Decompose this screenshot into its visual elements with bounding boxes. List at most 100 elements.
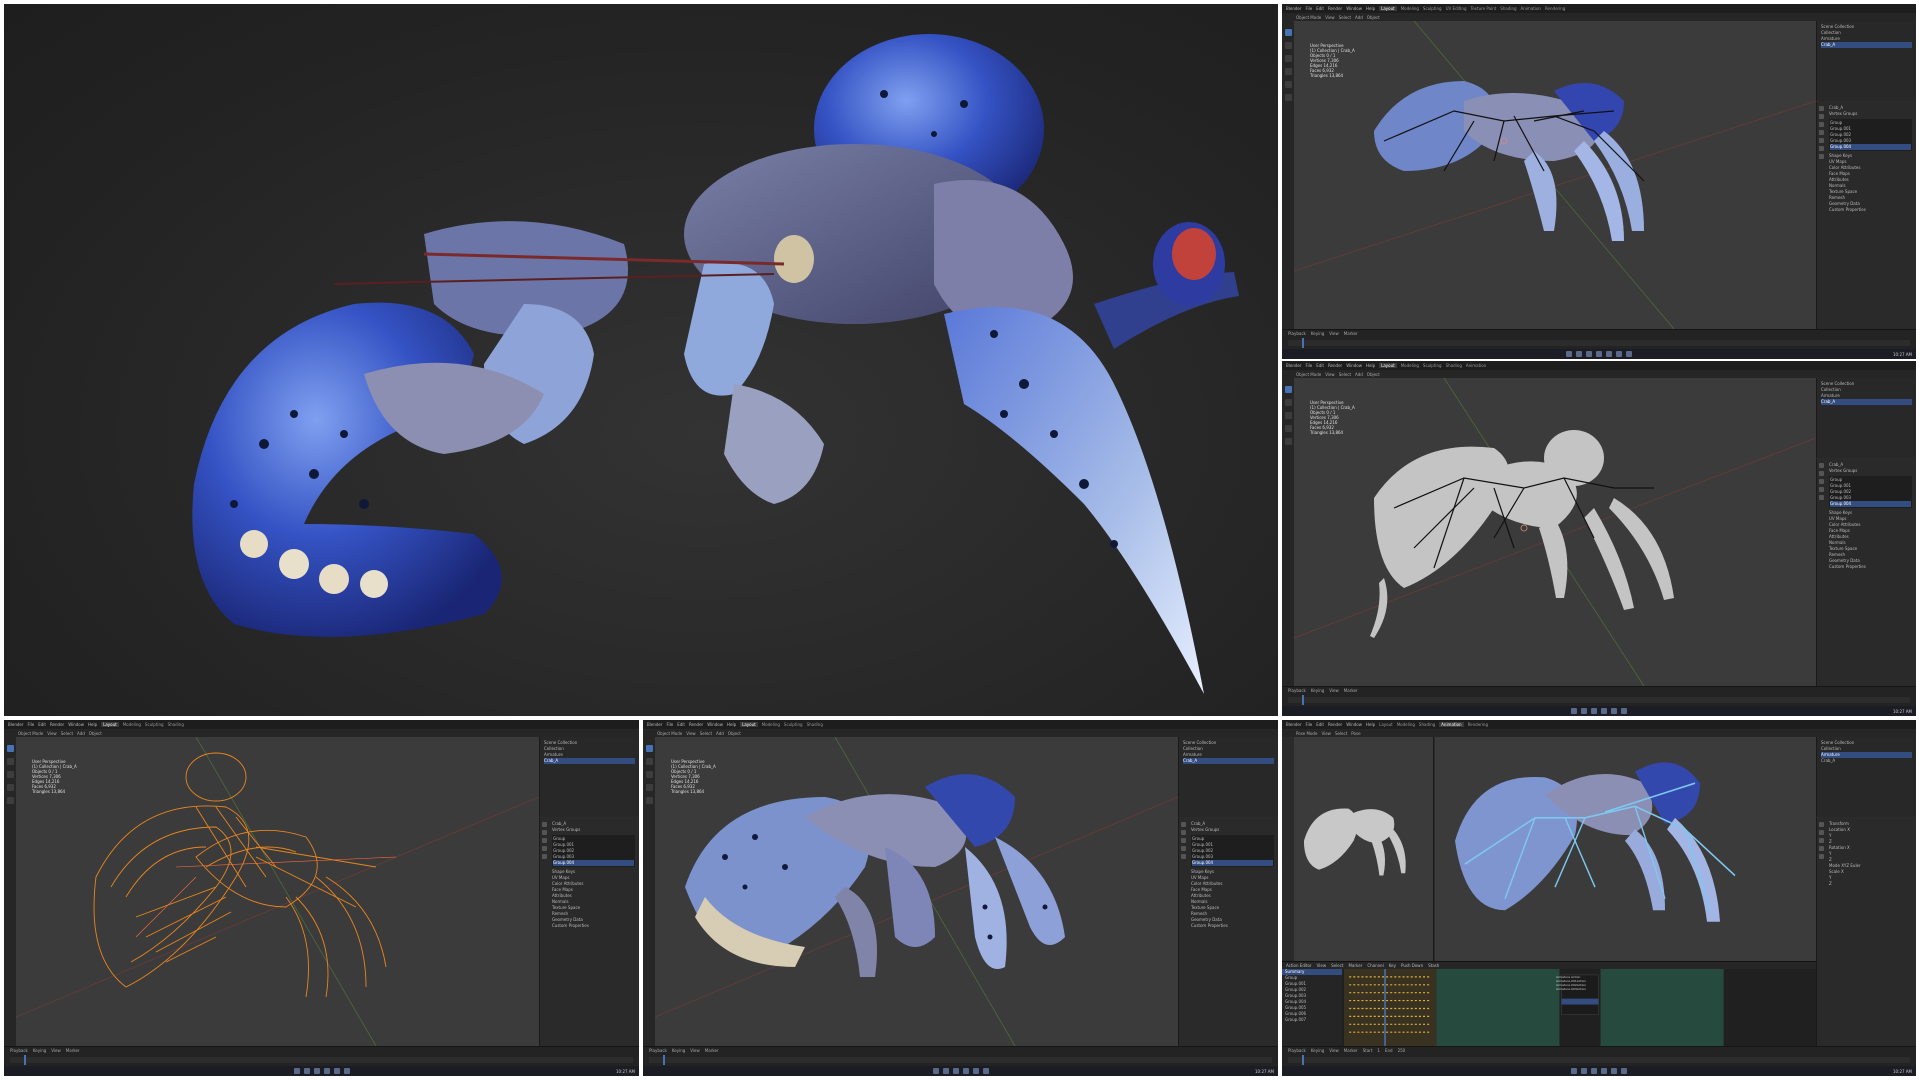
header-object[interactable]: Object	[728, 731, 741, 736]
vertex-groups-header[interactable]: Vertex Groups	[552, 827, 635, 833]
menu-window[interactable]: Window	[68, 722, 84, 727]
timeline[interactable]: Playback Keying View Marker	[1282, 686, 1916, 706]
rotate-tool-icon[interactable]	[645, 784, 653, 791]
vertex-groups-list[interactable]: Group Group.001 Group.002 Group.003 Grou…	[1191, 835, 1274, 867]
timeline-view[interactable]: View	[1329, 331, 1339, 336]
menu-help[interactable]: Help	[1366, 363, 1375, 368]
dope-marker[interactable]: Marker	[1348, 963, 1362, 968]
tab-sculpting[interactable]: Sculpting	[784, 722, 803, 727]
tab-shading[interactable]: Shading	[807, 722, 823, 727]
dope-channel[interactable]: Channel	[1367, 963, 1383, 968]
timeline-keying[interactable]: Keying	[1311, 1048, 1324, 1053]
timeline-ruler[interactable]	[649, 1057, 1272, 1063]
select-tool-icon[interactable]	[1284, 29, 1292, 36]
menu-edit[interactable]: Edit	[1316, 722, 1324, 727]
tab-animation[interactable]: Animation	[1466, 363, 1486, 368]
tab-layout[interactable]: Layout	[101, 722, 119, 727]
mode-dropdown[interactable]: Object Mode	[1296, 15, 1321, 20]
properties-editor[interactable]: Crab_A Vertex Groups Group Group.001 Gro…	[539, 818, 639, 1046]
timeline-marker[interactable]: Marker	[1344, 331, 1358, 336]
vertex-groups-list[interactable]: Group Group.001 Group.002 Group.003 Grou…	[1829, 476, 1912, 508]
tab-rendering[interactable]: Rendering	[1468, 722, 1488, 727]
vertex-groups-header[interactable]: Vertex Groups	[1829, 468, 1912, 474]
timeline-playhead[interactable]	[1302, 338, 1304, 348]
timeline-view[interactable]: View	[690, 1048, 700, 1053]
header-object[interactable]: Object	[89, 731, 102, 736]
menu-edit[interactable]: Edit	[1316, 6, 1324, 11]
timeline-keying[interactable]: Keying	[33, 1048, 46, 1053]
timeline-ruler[interactable]	[1288, 340, 1910, 346]
menu-render[interactable]: Render	[50, 722, 64, 727]
vertex-group-item[interactable]: Group.004	[1830, 144, 1911, 150]
timeline-view[interactable]: View	[1329, 688, 1339, 693]
menu-file[interactable]: File	[28, 722, 35, 727]
timeline-view[interactable]: View	[1329, 1048, 1339, 1053]
move-tool-icon[interactable]	[645, 771, 653, 778]
header-select[interactable]: Select	[61, 731, 73, 736]
tab-uv-editing[interactable]: UV Editing	[1446, 6, 1467, 11]
scale-tool-icon[interactable]	[1284, 438, 1292, 445]
header-add[interactable]: Add	[77, 731, 85, 736]
tab-texture-paint[interactable]: Texture Paint	[1470, 6, 1496, 11]
scale-tool-icon[interactable]	[6, 797, 14, 804]
vertex-groups-list[interactable]: Group Group.001 Group.002 Group.003 Grou…	[552, 835, 635, 867]
rotation-mode-dropdown[interactable]: XYZ Euler	[1841, 863, 1860, 868]
menu-window[interactable]: Window	[1346, 363, 1362, 368]
tab-shading[interactable]: Shading	[1446, 363, 1462, 368]
properties-editor[interactable]: Crab_A Vertex Groups Group Group.001 Gro…	[1816, 459, 1916, 686]
timeline-playhead[interactable]	[663, 1055, 665, 1065]
properties-editor[interactable]: Crab_A Vertex Groups Group Group.001 Gro…	[1816, 102, 1916, 329]
action-menu[interactable]: Armature Action Armature.001Action Armat…	[1556, 975, 1592, 991]
timeline-marker[interactable]: Marker	[1344, 688, 1358, 693]
section-custom-properties[interactable]: Custom Properties	[1829, 564, 1912, 570]
timeline-keying[interactable]: Keying	[672, 1048, 685, 1053]
annotate-tool-icon[interactable]	[1284, 94, 1292, 101]
select-tool-icon[interactable]	[6, 745, 14, 752]
tab-layout[interactable]: Layout	[1379, 722, 1393, 727]
cursor-tool-icon[interactable]	[1284, 42, 1292, 49]
menu-file[interactable]: File	[667, 722, 674, 727]
header-view[interactable]: View	[1321, 731, 1331, 736]
menu-help[interactable]: Help	[727, 722, 736, 727]
dope-key[interactable]: Key	[1389, 963, 1396, 968]
mode-dropdown[interactable]: Pose Mode	[1296, 731, 1317, 736]
menu-file[interactable]: File	[1306, 363, 1313, 368]
menu-render[interactable]: Render	[1328, 6, 1342, 11]
timeline[interactable]: Playback Keying View Marker	[643, 1046, 1278, 1066]
camera-viewport[interactable]	[1294, 737, 1434, 961]
timeline-playback[interactable]: Playback	[10, 1048, 28, 1053]
tab-sculpting[interactable]: Sculpting	[1423, 363, 1442, 368]
3d-viewport[interactable]: User Perspective (1) Collection | Crab_A…	[1294, 21, 1816, 329]
header-pose[interactable]: Pose	[1351, 731, 1360, 736]
outliner-crab[interactable]: Crab_A	[1821, 42, 1912, 48]
tab-sculpting[interactable]: Sculpting	[1423, 6, 1442, 11]
action-item[interactable]: Armature.003Action	[1556, 987, 1592, 991]
cursor-tool-icon[interactable]	[6, 758, 14, 765]
header-add[interactable]: Add	[1355, 372, 1363, 377]
timeline-marker[interactable]: Marker	[66, 1048, 80, 1053]
outliner-crab[interactable]: Crab_A	[544, 758, 635, 764]
outliner[interactable]: Scene Collection Collection Armature Cra…	[1816, 737, 1916, 817]
mode-dropdown[interactable]: Object Mode	[1296, 372, 1321, 377]
tab-animation[interactable]: Animation	[1439, 722, 1464, 727]
mode-dropdown[interactable]: Object Mode	[18, 731, 43, 736]
dope-keyframes[interactable]: Armature Action Armature.001Action Armat…	[1344, 969, 1816, 1046]
3d-viewport[interactable]: User Perspective (1) Collection | Crab_A…	[1294, 378, 1816, 686]
header-add[interactable]: Add	[716, 731, 724, 736]
outliner[interactable]: Scene Collection Collection Armature Cra…	[1178, 737, 1278, 817]
timeline[interactable]: Playback Keying View Marker	[1282, 329, 1916, 349]
header-add[interactable]: Add	[1355, 15, 1363, 20]
menu-render[interactable]: Render	[1328, 363, 1342, 368]
cursor-tool-icon[interactable]	[1284, 399, 1292, 406]
menu-window[interactable]: Window	[1346, 722, 1362, 727]
timeline[interactable]: Playback Keying View Marker	[4, 1046, 639, 1066]
dope-sheet[interactable]: Action Editor View Select Marker Channel…	[1282, 961, 1816, 1046]
timeline[interactable]: Playback Keying View Marker Start 1 End …	[1282, 1046, 1916, 1066]
timeline-keying[interactable]: Keying	[1311, 688, 1324, 693]
start-frame-field[interactable]: 1	[1377, 1048, 1380, 1053]
end-frame-field[interactable]: 250	[1398, 1048, 1406, 1053]
cursor-tool-icon[interactable]	[645, 758, 653, 765]
header-select[interactable]: Select	[1339, 15, 1351, 20]
menu-file[interactable]: File	[1306, 722, 1313, 727]
3d-viewport[interactable]: User Perspective (1) Collection | Crab_A…	[16, 737, 539, 1046]
